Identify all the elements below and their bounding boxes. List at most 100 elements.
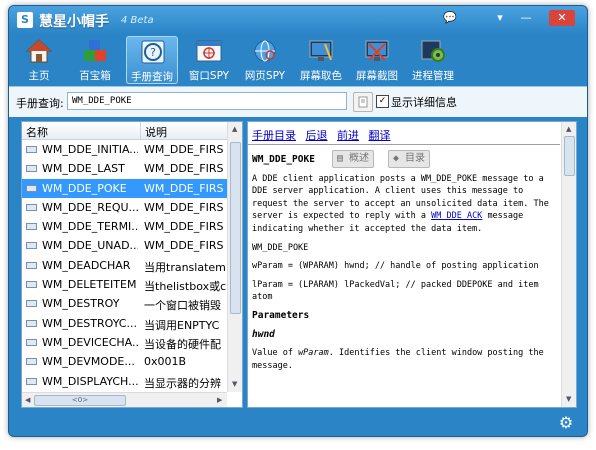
doc-scroll-up-arrow-icon[interactable]: ▲ [566, 125, 571, 133]
tool-treasure-box[interactable]: 百宝箱 [69, 36, 121, 84]
minimize-button[interactable]: — [515, 10, 537, 26]
menu-button[interactable]: ▾ [489, 10, 511, 26]
title-bar[interactable]: S 慧星小帽手 4 Beta 💬 ▾ — ✕ [9, 6, 587, 34]
list-vertical-scrollbar[interactable]: ▲ ▼ [227, 122, 242, 392]
list-item[interactable]: WM_DESTROYC... 当调用ENPTYC [22, 314, 227, 333]
svg-text:?: ? [150, 46, 156, 59]
message-icon [26, 242, 37, 250]
doc-scroll-thumb[interactable] [564, 136, 575, 176]
link-manual-contents[interactable]: 手册目录 [252, 129, 296, 142]
message-icon [26, 281, 37, 289]
search-label: 手册查询: [16, 97, 64, 110]
list-item[interactable]: WM_DDE_POKE WM_DDE_FIRS [22, 178, 227, 198]
tool-web-spy[interactable]: 网页SPY [239, 36, 291, 84]
doc-nav: 手册目录 后退 前进 翻译 [252, 127, 397, 143]
message-icon [26, 184, 37, 192]
syntax-lparam: lParam = (LPARAM) lPackedVal; // packed … [252, 279, 539, 303]
contents-button[interactable]: ◆ 目录 [388, 150, 431, 168]
link-back[interactable]: 后退 [306, 129, 328, 142]
message-icon [26, 300, 37, 308]
search-input[interactable] [67, 92, 347, 110]
list-item[interactable]: WM_DDE_TERMI... WM_DDE_FIRS [22, 217, 227, 236]
item-name: WM_DDE_LAST [42, 162, 125, 176]
show-details-checkbox[interactable]: ✓ [376, 95, 389, 108]
wm-dde-ack-link[interactable]: WM_DDE_ACK [431, 211, 482, 221]
params-heading: Parameters [252, 309, 310, 321]
tool-home[interactable]: 主页 [13, 36, 65, 84]
message-icon [26, 338, 37, 346]
show-details-label[interactable]: 显示详细信息 [391, 94, 457, 110]
tool-manual-query[interactable]: ? 手册查询 [126, 36, 178, 84]
item-description: 当用translatem [144, 260, 226, 274]
item-description: 当调用ENPTYC [144, 318, 220, 332]
doc-content: WM_DDE_POKE ▤ 概述 ◆ 目录 A DDE client appli… [252, 150, 558, 405]
list-item[interactable]: WM_DISPLAYCH... 当显示器的分辨 [22, 372, 227, 391]
list-item[interactable]: WM_DEADCHAR 当用translatem [22, 256, 227, 275]
tool-web-spy-label: 网页SPY [244, 70, 286, 82]
search-button[interactable] [353, 92, 373, 112]
scroll-down-arrow-icon[interactable]: ▼ [232, 380, 237, 388]
doc-title: WM_DDE_POKE [252, 154, 315, 165]
tool-color-picker[interactable]: 屏幕取色 [295, 36, 347, 84]
content-area: 名称 说明 WM_DDE_INITIA... WM_DDE_FIRS WM_DDE_… [9, 117, 587, 411]
list-item[interactable]: WM_DDE_LAST WM_DDE_FIRS [22, 159, 227, 178]
list-item[interactable]: WM_DELETEITEM 当thelistbox或c [22, 275, 227, 294]
syntax-name: WM_DDE_POKE [252, 242, 309, 253]
item-description: 当显示器的分辨 [144, 376, 221, 390]
tool-window-spy-label: 窗口SPY [188, 70, 230, 82]
chat-icon[interactable]: 💬 [439, 10, 461, 26]
link-forward[interactable]: 前进 [337, 129, 359, 142]
overview-button-label: 概述 [349, 153, 370, 164]
gear-icon[interactable]: ⚙ [557, 414, 575, 432]
help-manual-icon: ? [141, 40, 165, 64]
message-icon [26, 146, 37, 153]
tool-treasure-box-label: 百宝箱 [79, 70, 111, 82]
column-header-name[interactable]: 名称 [26, 124, 48, 140]
syntax-wparam: wParam = (WPARAM) hwnd; // handle of pos… [252, 261, 539, 272]
list-item[interactable]: WM_DESTROY 一个窗口被销毁 [22, 294, 227, 313]
doc-vertical-scrollbar[interactable]: ▲ ▼ [561, 122, 576, 407]
list-item[interactable]: WM_DEVMODE... 0x001B [22, 352, 227, 371]
list-hscroll-thumb[interactable]: <0> [34, 395, 126, 406]
tool-window-spy[interactable]: 窗口SPY [183, 36, 235, 84]
item-name: WM_DEVMODE... [42, 355, 135, 369]
list-item[interactable]: WM_DDE_INITIA... WM_DDE_FIRS [22, 140, 227, 159]
doc-nav-divider [248, 144, 560, 145]
tool-screenshot[interactable]: 屏幕截图 [351, 36, 403, 84]
item-name: WM_DDE_REQU... [42, 200, 138, 214]
item-description: WM_DDE_FIRS [144, 181, 224, 195]
doc-scroll-down-arrow-icon[interactable]: ▼ [566, 395, 571, 403]
overview-button[interactable]: ▤ 概述 [332, 150, 375, 168]
scroll-up-arrow-icon[interactable]: ▲ [232, 125, 237, 133]
item-description: 0x001B [144, 355, 187, 369]
list-scroll-thumb[interactable] [230, 142, 241, 314]
message-icon [26, 377, 37, 385]
message-list-panel: 名称 说明 WM_DDE_INITIA... WM_DDE_FIRS WM_DDE_… [21, 121, 243, 408]
app-window: S 慧星小帽手 4 Beta 💬 ▾ — ✕ 主页 百宝箱 ? 手册查询 窗口S… [8, 5, 588, 437]
main-toolbar: 主页 百宝箱 ? 手册查询 窗口SPY 网页SPY 屏幕取色 屏幕截图 进程管理 [9, 34, 587, 86]
list-horizontal-scrollbar[interactable]: ◀ <0> ▶ [22, 392, 227, 407]
tool-process-manager[interactable]: 进程管理 [407, 36, 459, 84]
column-header-description[interactable]: 说明 [145, 124, 167, 140]
list-item[interactable]: WM_DDE_REQU... WM_DDE_FIRS [22, 198, 227, 217]
home-icon [25, 39, 53, 63]
item-name: WM_DDE_TERMI... [42, 220, 138, 234]
search-bar: 手册查询: ✓ 显示详细信息 [9, 86, 587, 118]
close-button[interactable]: ✕ [549, 10, 575, 26]
message-icon [26, 261, 37, 269]
message-icon [26, 165, 37, 173]
doc-panel: 手册目录 后退 前进 翻译 WM_DDE_POKE ▤ 概述 ◆ 目录 A DD… [247, 121, 577, 408]
list-item[interactable]: WM_DDE_UNAD... WM_DDE_FIRS [22, 236, 227, 255]
item-name: WM_DISPLAYCH... [42, 374, 138, 388]
doc-intro: A DDE client application posts a WM_DDE_… [252, 173, 558, 236]
tool-screenshot-label: 屏幕截图 [356, 70, 398, 82]
scroll-left-arrow-icon[interactable]: ◀ [25, 396, 30, 404]
scroll-right-arrow-icon[interactable]: ▶ [217, 396, 222, 404]
link-translate[interactable]: 翻译 [369, 129, 391, 142]
status-bar: ⚙ [9, 411, 587, 436]
column-divider[interactable] [140, 122, 141, 139]
param-desc-prefix: Value of [252, 348, 299, 359]
item-name: WM_DDE_INITIA... [42, 143, 138, 156]
app-logo-icon: S [17, 12, 33, 28]
list-item[interactable]: WM_DEVICECHA... 当设备的硬件配 [22, 333, 227, 352]
